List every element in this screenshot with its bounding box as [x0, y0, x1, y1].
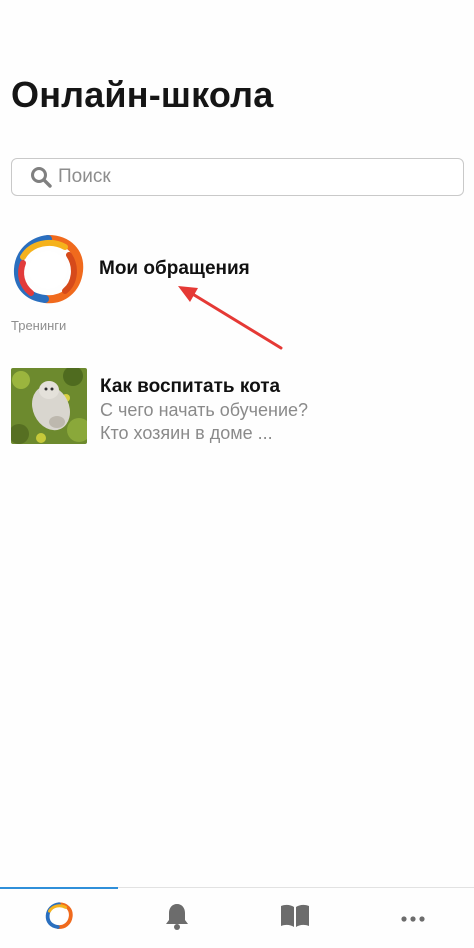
tab-notifications[interactable] [118, 888, 236, 948]
search-input[interactable]: Поиск [11, 158, 464, 196]
pointer-arrow [178, 286, 283, 350]
course-desc-line2: Кто хозяин в доме ... [100, 423, 273, 443]
cat-photo [11, 368, 87, 444]
search-icon [30, 166, 52, 188]
book-icon [279, 903, 311, 934]
my-appeals-label: Мои обращения [99, 258, 250, 279]
course-title: Как воспитать кота [100, 376, 281, 397]
bottom-tab-bar [0, 887, 474, 948]
search-placeholder: Поиск [58, 166, 111, 187]
tab-courses[interactable] [236, 888, 354, 948]
course-item[interactable]: Как воспитать кота С чего начать обучени… [11, 368, 463, 448]
page-title: Онлайн-школа [11, 74, 274, 115]
tab-home[interactable] [0, 888, 118, 948]
app-logo-icon [45, 901, 73, 935]
app-logo-icon [11, 233, 85, 307]
course-desc-line1: С чего начать обучение? [100, 400, 309, 420]
bell-icon [164, 902, 190, 935]
my-appeals-item[interactable]: Мои обращения [11, 228, 463, 312]
more-dots-icon [401, 909, 425, 927]
tab-more[interactable] [354, 888, 472, 948]
section-label-trainings: Тренинги [11, 318, 67, 333]
